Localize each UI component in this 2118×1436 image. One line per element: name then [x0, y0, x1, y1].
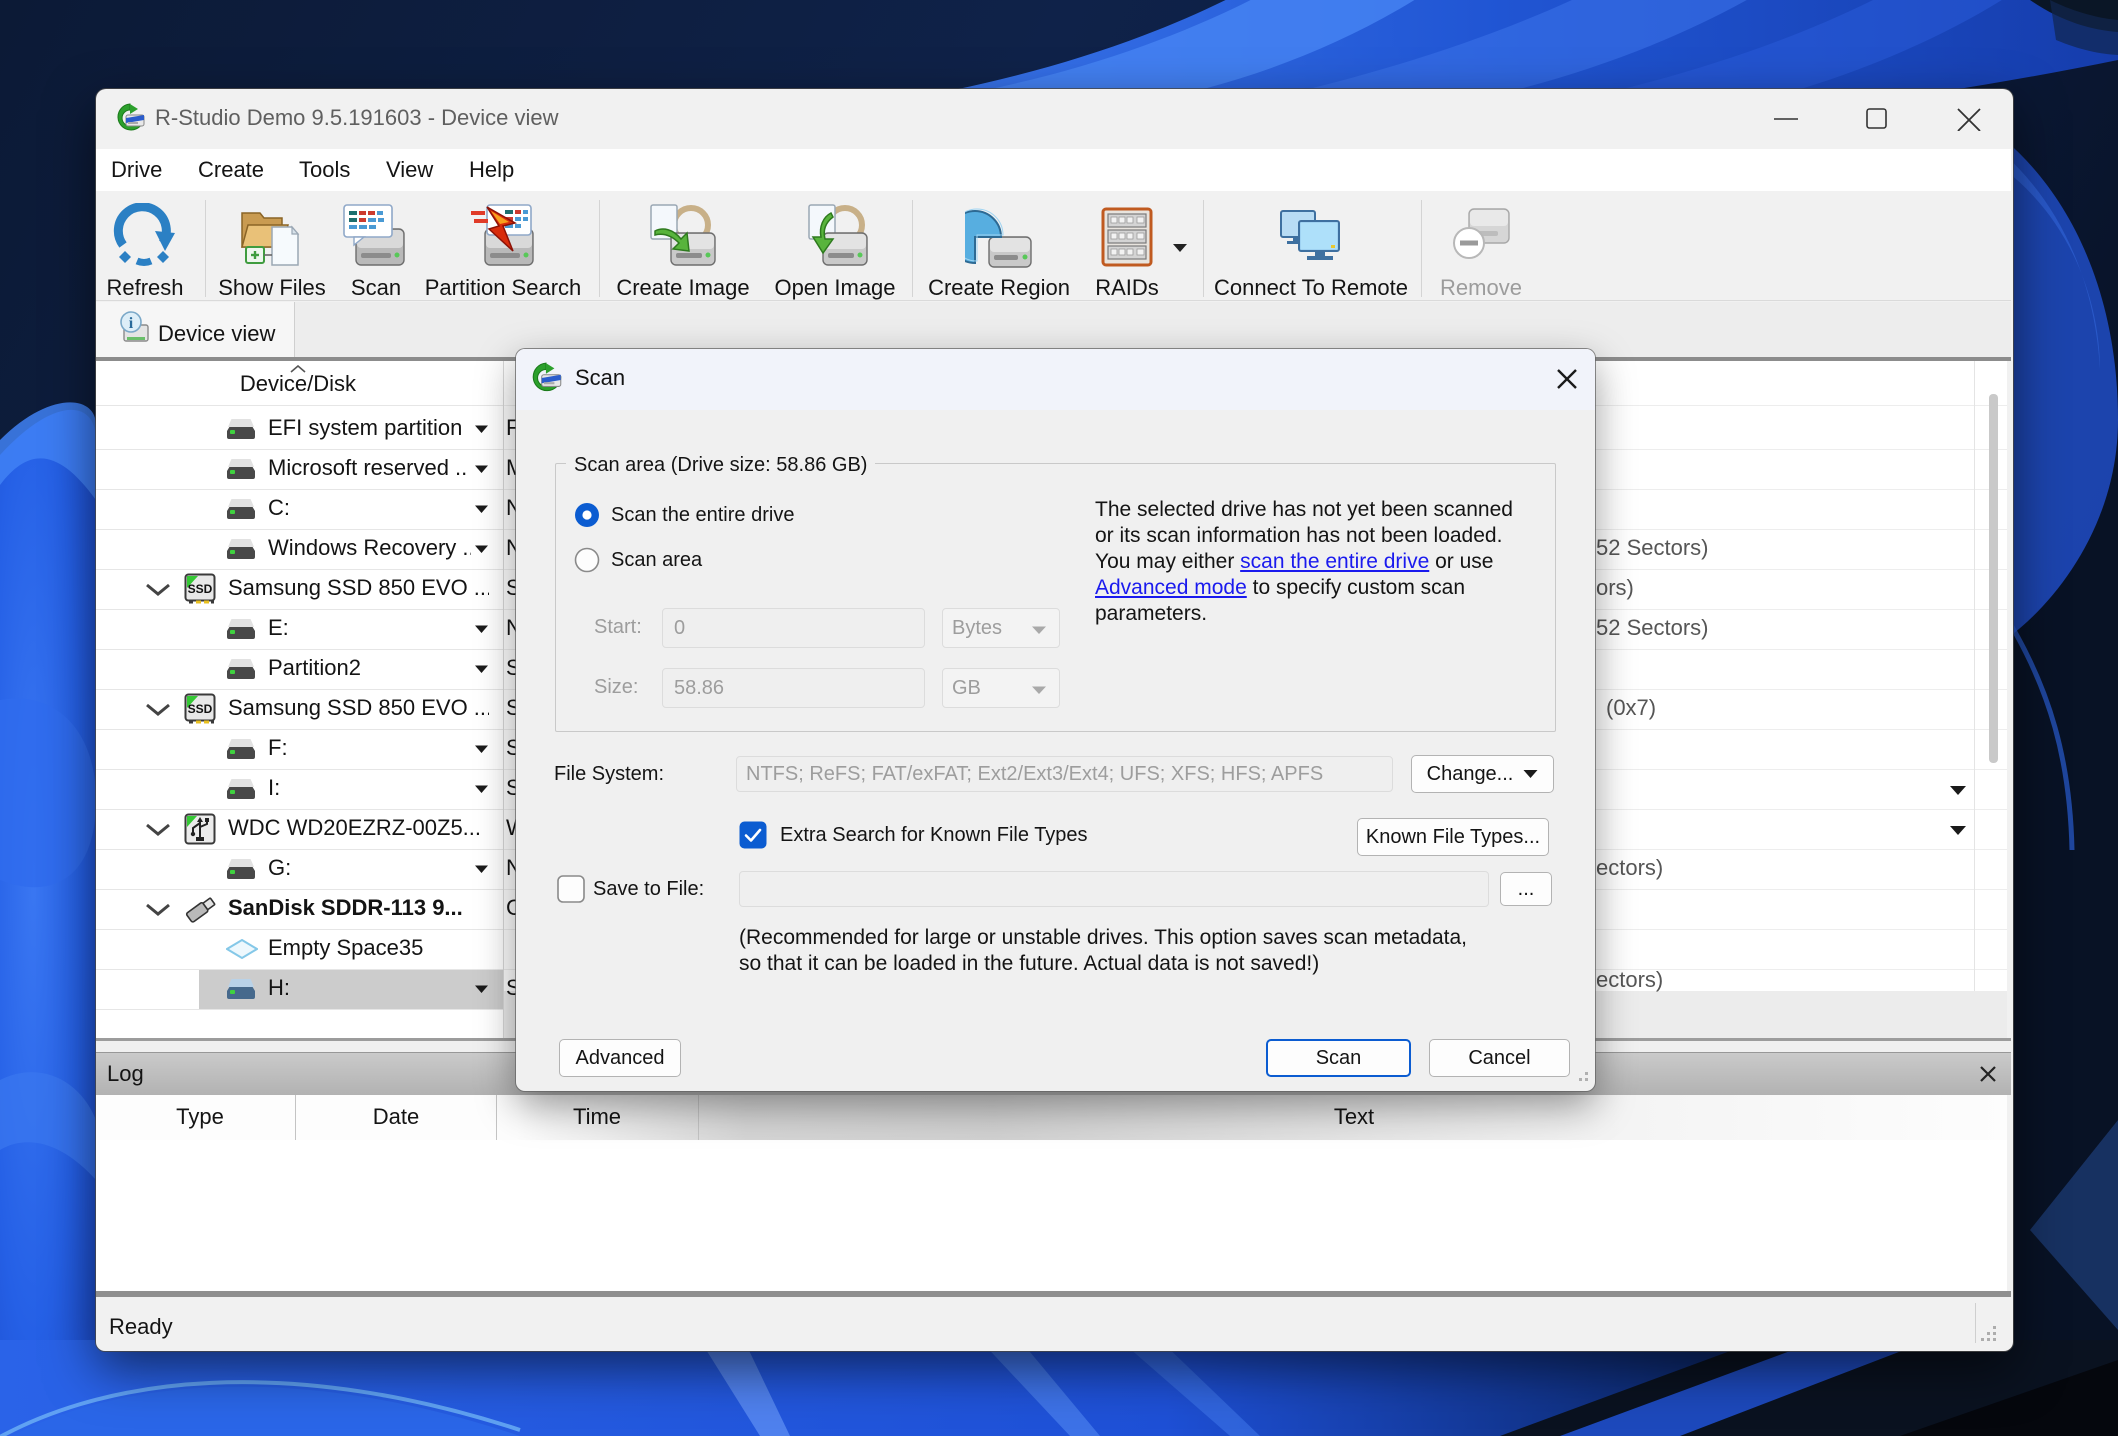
svg-text:SSD: SSD: [188, 582, 213, 596]
svg-text:SSD: SSD: [188, 702, 213, 716]
svg-text:i: i: [129, 315, 134, 332]
